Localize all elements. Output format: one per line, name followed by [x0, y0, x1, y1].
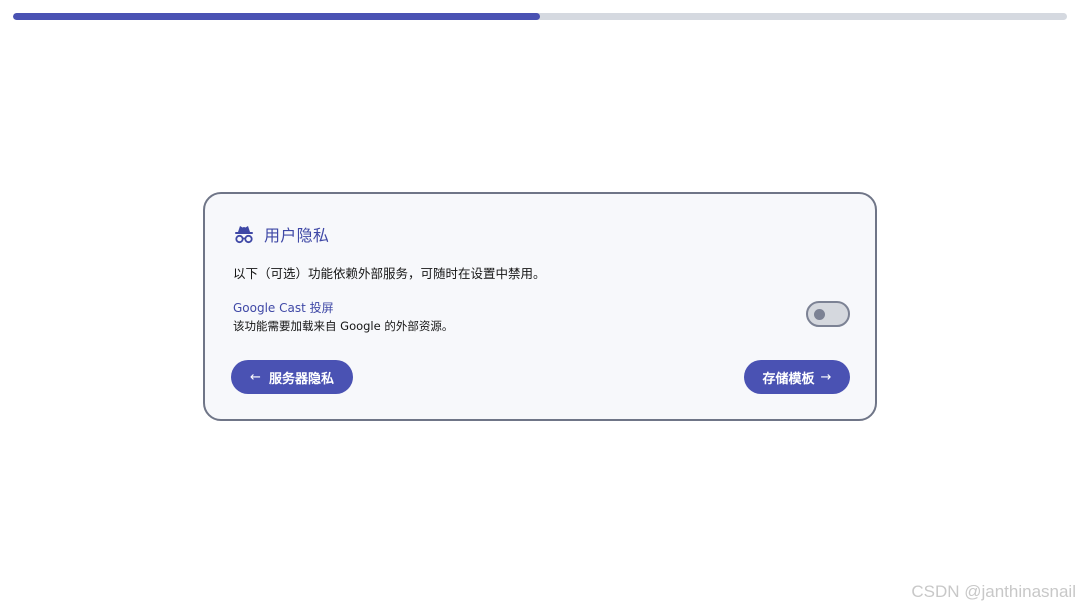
card-title: 用户隐私 — [264, 226, 330, 245]
card-header: 用户隐私 — [233, 222, 329, 246]
google-cast-setting-description: 该功能需要加载来自 Google 的外部资源。 — [233, 319, 454, 333]
google-cast-toggle[interactable] — [806, 301, 850, 327]
arrow-left-icon: ← — [250, 369, 261, 385]
toggle-knob — [814, 309, 825, 320]
progress-bar — [13, 13, 1067, 20]
card-description: 以下（可选）功能依赖外部服务，可随时在设置中禁用。 — [233, 266, 546, 281]
watermark: CSDN @janthinasnail — [911, 582, 1076, 601]
next-storage-template-button[interactable]: 存储模板 → — [744, 360, 850, 394]
next-button-label: 存储模板 — [762, 371, 815, 387]
google-cast-setting-label: Google Cast 投屏 — [233, 301, 334, 315]
back-server-privacy-button[interactable]: ← 服务器隐私 — [231, 360, 353, 394]
progress-bar-fill — [13, 13, 540, 20]
arrow-right-icon: → — [820, 369, 832, 385]
incognito-icon — [233, 223, 255, 245]
privacy-card: 用户隐私 以下（可选）功能依赖外部服务，可随时在设置中禁用。 Google Ca… — [203, 192, 877, 421]
back-button-label: 服务器隐私 — [268, 371, 334, 387]
